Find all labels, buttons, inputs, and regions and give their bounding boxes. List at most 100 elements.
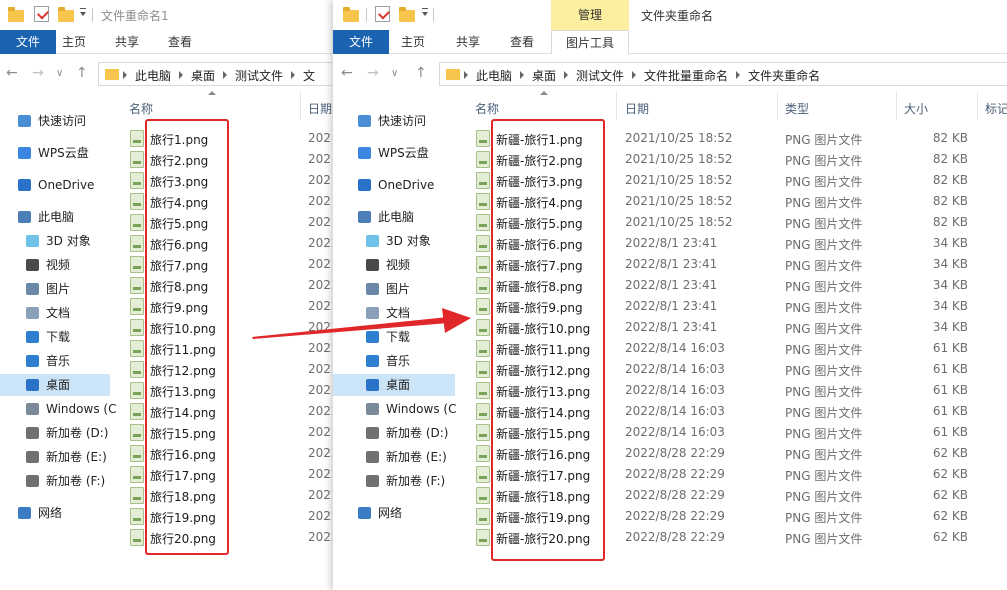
- nav-item[interactable]: 新加卷 (E:): [333, 446, 455, 468]
- nav-item[interactable]: WPS云盘: [333, 142, 455, 164]
- nav-item[interactable]: 音乐: [0, 350, 110, 372]
- back-arrow-icon[interactable]: ←: [6, 65, 18, 81]
- nav-item[interactable]: 新加卷 (D:): [0, 422, 110, 444]
- table-row[interactable]: 旅行20.png 2022: [120, 527, 332, 548]
- nav-item[interactable]: 此电脑: [333, 206, 455, 228]
- properties-icon[interactable]: [375, 6, 390, 22]
- table-row[interactable]: 新疆-旅行3.png 2021/10/25 18:52 PNG 图片文件 82 KB: [466, 170, 1007, 191]
- column-divider[interactable]: [896, 92, 897, 120]
- nav-item[interactable]: Windows (C: [0, 398, 116, 420]
- nav-item[interactable]: 3D 对象: [333, 230, 455, 252]
- nav-item[interactable]: Windows (C: [333, 398, 456, 420]
- table-row[interactable]: 旅行17.png 2022: [120, 464, 332, 485]
- column-divider[interactable]: [616, 92, 617, 120]
- column-divider[interactable]: [977, 92, 978, 120]
- table-row[interactable]: 新疆-旅行12.png 2022/8/14 16:03 PNG 图片文件 61 KB: [466, 359, 1007, 380]
- tab-file[interactable]: 文件: [0, 30, 56, 54]
- column-header-date[interactable]: 日期: [308, 100, 332, 117]
- nav-item[interactable]: 3D 对象: [0, 230, 110, 252]
- nav-item[interactable]: 下载: [0, 326, 110, 348]
- column-header-tags[interactable]: 标记: [985, 100, 1007, 117]
- nav-item[interactable]: OneDrive: [333, 174, 455, 196]
- table-row[interactable]: 旅行7.png 2022: [120, 254, 332, 275]
- table-row[interactable]: 旅行1.png 2021: [120, 128, 332, 149]
- column-header-type[interactable]: 类型: [785, 100, 809, 117]
- table-row[interactable]: 旅行14.png 2022: [120, 401, 332, 422]
- nav-item[interactable]: 桌面: [333, 374, 455, 396]
- address-bar[interactable]: 此电脑 桌面 测试文件 文件批量重命名 文件夹重命名: [439, 62, 1007, 86]
- nav-item[interactable]: OneDrive: [0, 174, 110, 196]
- folder-icon[interactable]: [8, 6, 26, 23]
- nav-item[interactable]: 桌面: [0, 374, 110, 396]
- table-row[interactable]: 旅行12.png 2022: [120, 359, 332, 380]
- nav-item[interactable]: 图片: [333, 278, 455, 300]
- nav-item[interactable]: 此电脑: [0, 206, 110, 228]
- nav-item[interactable]: 新加卷 (F:): [333, 470, 455, 492]
- nav-item[interactable]: 快速访问: [0, 110, 110, 132]
- up-arrow-icon[interactable]: ↑: [415, 65, 427, 81]
- table-row[interactable]: 新疆-旅行6.png 2022/8/1 23:41 PNG 图片文件 34 KB: [466, 233, 1007, 254]
- table-row[interactable]: 旅行16.png 2022: [120, 443, 332, 464]
- forward-arrow-icon[interactable]: →: [32, 65, 44, 81]
- table-row[interactable]: 新疆-旅行16.png 2022/8/28 22:29 PNG 图片文件 62 KB: [466, 443, 1007, 464]
- table-row[interactable]: 新疆-旅行7.png 2022/8/1 23:41 PNG 图片文件 34 KB: [466, 254, 1007, 275]
- recent-dropdown-icon[interactable]: ∨: [56, 66, 63, 82]
- tab-share[interactable]: 共享: [109, 30, 145, 54]
- recent-dropdown-icon[interactable]: ∨: [391, 66, 398, 82]
- table-row[interactable]: 新疆-旅行18.png 2022/8/28 22:29 PNG 图片文件 62 KB: [466, 485, 1007, 506]
- breadcrumb-item[interactable]: 文件批量重命名: [644, 69, 728, 83]
- nav-item[interactable]: 网络: [0, 502, 110, 524]
- tab-view[interactable]: 查看: [162, 30, 198, 54]
- table-row[interactable]: 新疆-旅行14.png 2022/8/14 16:03 PNG 图片文件 61 KB: [466, 401, 1007, 422]
- column-header-name[interactable]: 名称: [129, 100, 153, 117]
- table-row[interactable]: 旅行18.png 2022: [120, 485, 332, 506]
- table-row[interactable]: 新疆-旅行4.png 2021/10/25 18:52 PNG 图片文件 82 KB: [466, 191, 1007, 212]
- breadcrumb-item[interactable]: 测试文件: [576, 69, 624, 83]
- nav-item[interactable]: 快速访问: [333, 110, 455, 132]
- column-divider[interactable]: [300, 92, 301, 120]
- up-arrow-icon[interactable]: ↑: [76, 65, 88, 81]
- table-row[interactable]: 旅行2.png 2021: [120, 149, 332, 170]
- breadcrumb-item[interactable]: 桌面: [532, 69, 556, 83]
- forward-arrow-icon[interactable]: →: [367, 65, 379, 81]
- table-row[interactable]: 旅行6.png 2022: [120, 233, 332, 254]
- table-row[interactable]: 新疆-旅行10.png 2022/8/1 23:41 PNG 图片文件 34 KB: [466, 317, 1007, 338]
- table-row[interactable]: 新疆-旅行2.png 2021/10/25 18:52 PNG 图片文件 82 KB: [466, 149, 1007, 170]
- nav-item[interactable]: 音乐: [333, 350, 455, 372]
- table-row[interactable]: 旅行3.png 2021: [120, 170, 332, 191]
- nav-item[interactable]: 视频: [333, 254, 455, 276]
- tab-file[interactable]: 文件: [333, 30, 389, 54]
- nav-item[interactable]: 文档: [0, 302, 110, 324]
- table-row[interactable]: 旅行15.png 2022: [120, 422, 332, 443]
- table-row[interactable]: 新疆-旅行13.png 2022/8/14 16:03 PNG 图片文件 61 KB: [466, 380, 1007, 401]
- customize-dropdown-icon[interactable]: [422, 8, 428, 16]
- nav-item[interactable]: 新加卷 (F:): [0, 470, 110, 492]
- table-row[interactable]: 新疆-旅行17.png 2022/8/28 22:29 PNG 图片文件 62 KB: [466, 464, 1007, 485]
- address-bar[interactable]: 此电脑 桌面 测试文件 文: [98, 62, 332, 86]
- column-divider[interactable]: [777, 92, 778, 120]
- table-row[interactable]: 新疆-旅行19.png 2022/8/28 22:29 PNG 图片文件 62 KB: [466, 506, 1007, 527]
- new-folder-icon[interactable]: [58, 6, 76, 23]
- customize-dropdown-icon[interactable]: [80, 8, 86, 16]
- table-row[interactable]: 旅行13.png 2022: [120, 380, 332, 401]
- table-row[interactable]: 新疆-旅行20.png 2022/8/28 22:29 PNG 图片文件 62 KB: [466, 527, 1007, 548]
- breadcrumb-item[interactable]: 桌面: [191, 69, 215, 83]
- table-row[interactable]: 新疆-旅行1.png 2021/10/25 18:52 PNG 图片文件 82 KB: [466, 128, 1007, 149]
- back-arrow-icon[interactable]: ←: [341, 65, 353, 81]
- table-row[interactable]: 新疆-旅行15.png 2022/8/14 16:03 PNG 图片文件 61 KB: [466, 422, 1007, 443]
- column-header-name[interactable]: 名称: [475, 100, 499, 117]
- tab-home[interactable]: 主页: [395, 30, 431, 54]
- column-header-date[interactable]: 日期: [625, 100, 649, 117]
- table-row[interactable]: 新疆-旅行9.png 2022/8/1 23:41 PNG 图片文件 34 KB: [466, 296, 1007, 317]
- new-folder-icon[interactable]: [399, 6, 417, 23]
- nav-item[interactable]: 新加卷 (E:): [0, 446, 110, 468]
- table-row[interactable]: 旅行5.png 2021: [120, 212, 332, 233]
- tab-picture-tools[interactable]: 图片工具: [551, 30, 629, 54]
- table-row[interactable]: 旅行19.png 2022: [120, 506, 332, 527]
- folder-icon[interactable]: [343, 6, 361, 23]
- breadcrumb-item[interactable]: 测试文件: [235, 69, 283, 83]
- table-row[interactable]: 新疆-旅行8.png 2022/8/1 23:41 PNG 图片文件 34 KB: [466, 275, 1007, 296]
- table-row[interactable]: 新疆-旅行5.png 2021/10/25 18:52 PNG 图片文件 82 KB: [466, 212, 1007, 233]
- nav-item[interactable]: 网络: [333, 502, 455, 524]
- nav-item[interactable]: 新加卷 (D:): [333, 422, 455, 444]
